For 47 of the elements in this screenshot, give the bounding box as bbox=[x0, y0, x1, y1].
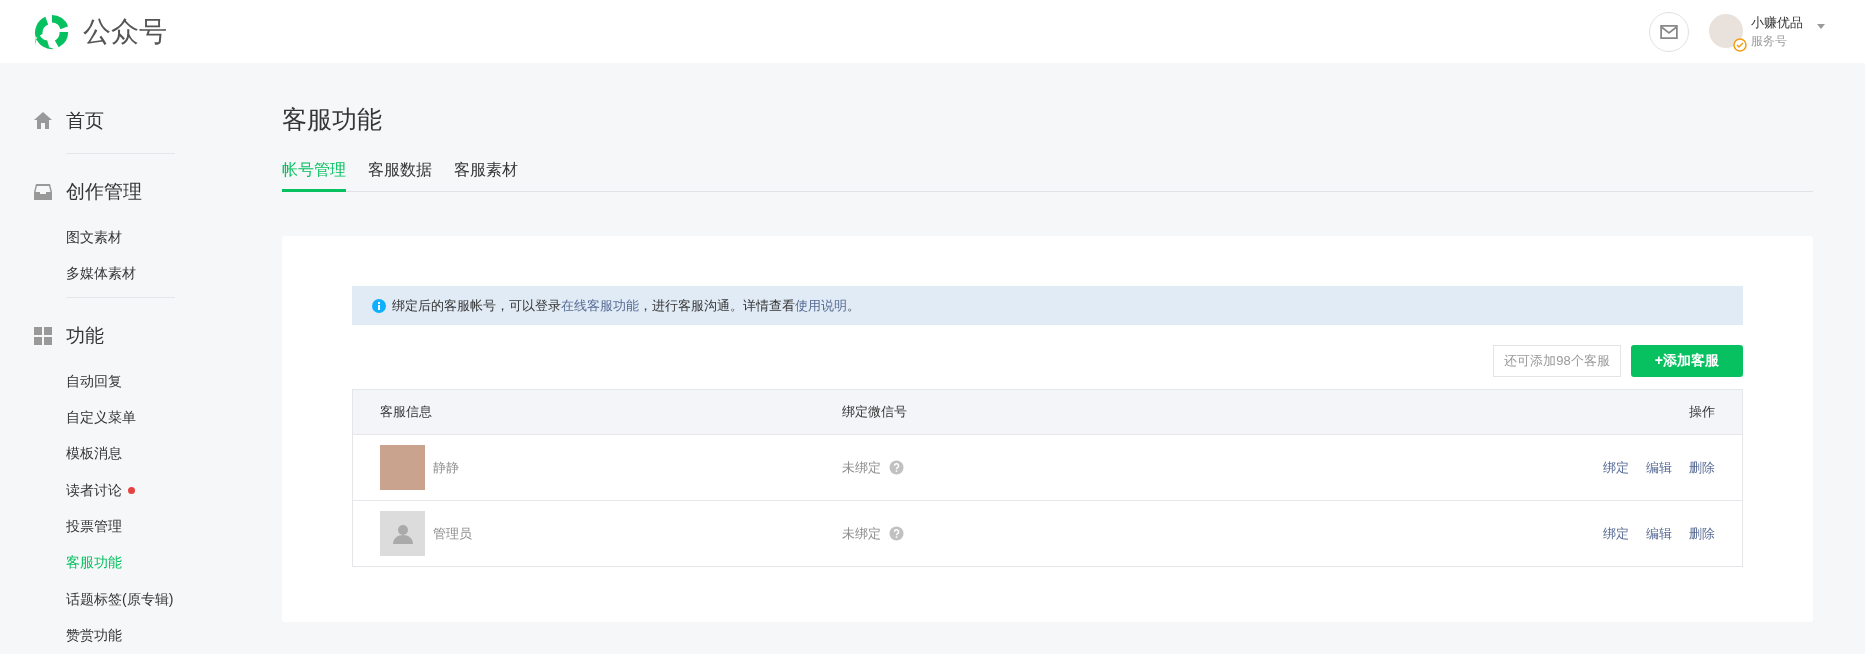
sidebar-item[interactable]: 多媒体素材 bbox=[66, 265, 136, 284]
link[interactable]: 使用说明 bbox=[795, 297, 847, 313]
sidebar-item[interactable]: 投票管理 bbox=[66, 517, 122, 536]
help-icon[interactable] bbox=[889, 526, 904, 541]
action-link[interactable]: 绑定 bbox=[1603, 524, 1629, 543]
sidebar-section-title[interactable]: 首页 bbox=[66, 108, 104, 134]
account-avatar[interactable] bbox=[1709, 13, 1743, 48]
sidebar-item[interactable]: 自动回复 bbox=[66, 372, 122, 391]
mail-icon bbox=[1660, 24, 1678, 39]
grid-icon bbox=[33, 325, 53, 346]
column-header: 绑定微信号 bbox=[842, 403, 908, 421]
column-header: 操作 bbox=[1689, 403, 1716, 421]
home-icon bbox=[33, 111, 53, 131]
page-title: 客服功能 bbox=[282, 104, 383, 135]
sidebar-section-title[interactable]: 创作管理 bbox=[66, 179, 142, 205]
sidebar-item[interactable]: 图文素材 bbox=[66, 229, 122, 248]
sidebar-item[interactable]: 读者讨论 bbox=[66, 481, 122, 500]
account-name[interactable]: 小赚优品 bbox=[1751, 13, 1803, 32]
sidebar-item[interactable]: 模板消息 bbox=[66, 445, 122, 464]
photo-placeholder bbox=[380, 445, 425, 490]
tab[interactable]: 客服素材 bbox=[454, 156, 518, 192]
sidebar-item[interactable]: 自定义菜单 bbox=[66, 409, 136, 428]
tab[interactable]: 客服数据 bbox=[368, 156, 432, 192]
action-link[interactable]: 编辑 bbox=[1646, 458, 1672, 477]
agent-name: 静静 bbox=[433, 458, 459, 477]
notice-text: 绑定后的客服帐号，可以登录在线客服功能，进行客服沟通。详情查看使用说明。 bbox=[392, 296, 860, 315]
bind-status: 未绑定 bbox=[842, 524, 881, 543]
quota-hint: 还可添加98个客服 bbox=[1493, 345, 1621, 377]
logo-text: 公众号 bbox=[83, 14, 167, 49]
action-link[interactable]: 绑定 bbox=[1603, 458, 1629, 477]
link[interactable]: 在线客服功能 bbox=[561, 297, 639, 313]
inbox-icon bbox=[33, 182, 53, 202]
action-link[interactable]: 删除 bbox=[1689, 524, 1715, 543]
logo-icon bbox=[33, 12, 71, 51]
help-icon[interactable] bbox=[889, 460, 904, 475]
mail-button[interactable] bbox=[1649, 11, 1689, 52]
sidebar-item[interactable]: 赞赏功能 bbox=[66, 626, 122, 645]
account-type: 服务号 bbox=[1751, 32, 1788, 50]
info-icon bbox=[372, 298, 386, 313]
action-link[interactable]: 删除 bbox=[1689, 458, 1715, 477]
bind-status: 未绑定 bbox=[842, 458, 881, 477]
agent-name: 管理员 bbox=[433, 524, 472, 543]
sidebar-item[interactable]: 话题标签(原专辑) bbox=[66, 590, 174, 609]
sidebar-section-title[interactable]: 功能 bbox=[66, 322, 104, 349]
action-link[interactable]: 编辑 bbox=[1646, 524, 1672, 543]
column-header: 客服信息 bbox=[379, 403, 433, 421]
caret-icon[interactable] bbox=[1817, 24, 1825, 29]
